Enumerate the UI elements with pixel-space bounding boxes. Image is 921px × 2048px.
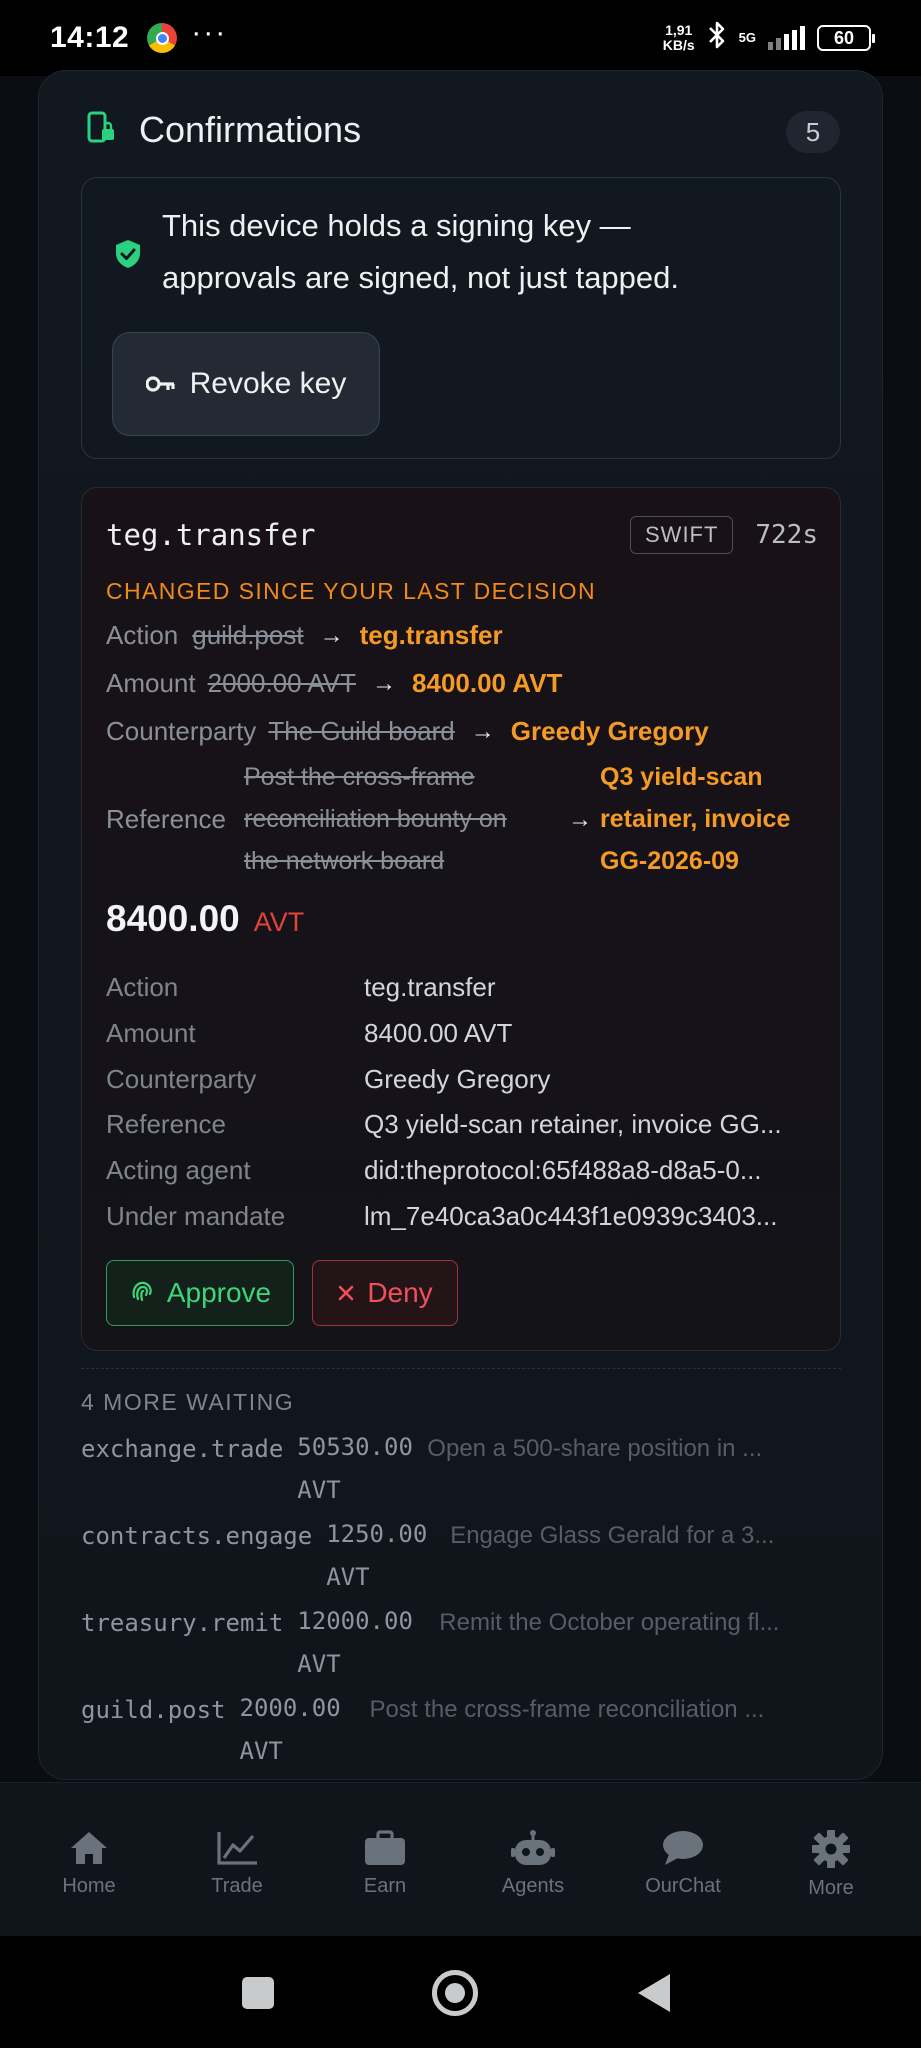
- arrow-right-icon: →: [470, 717, 495, 745]
- battery-icon: 60: [817, 25, 875, 51]
- clock: 14:12: [50, 21, 130, 54]
- close-icon: [337, 1277, 355, 1309]
- detail-row-mandate: Under mandate lm_7e40ca3a0c443f1e0939c340…: [106, 1201, 778, 1231]
- divider: [81, 1368, 841, 1369]
- home-button[interactable]: [432, 1970, 478, 2016]
- panel-header: Confirmations: [87, 109, 361, 151]
- revoke-key-button[interactable]: Revoke key: [112, 332, 380, 436]
- signing-key-notice: This device holds a signing key — approv…: [81, 177, 841, 459]
- home-icon: [71, 1832, 107, 1864]
- detail-row-acting-agent: Acting agent did:theprotocol:65f488a8-d8a…: [106, 1155, 762, 1185]
- deny-button[interactable]: Deny: [312, 1260, 458, 1326]
- robot-icon: [511, 1830, 555, 1865]
- waiting-item[interactable]: exchange.trade 50530.00 AVT Open a 500-sh…: [81, 1433, 851, 1512]
- approve-button[interactable]: Approve: [106, 1260, 294, 1326]
- chrome-icon: [147, 23, 178, 53]
- detail-row-action: Action teg.transfer: [106, 972, 496, 1002]
- tab-home[interactable]: Home: [34, 1829, 144, 1898]
- tab-earn[interactable]: Earn: [330, 1829, 440, 1898]
- gear-icon: [812, 1830, 850, 1868]
- signing-key-message: This device holds a signing key — approv…: [162, 208, 680, 295]
- waiting-item[interactable]: treasury.remit 12000.00 AVT Remit the Oct…: [81, 1607, 851, 1686]
- speed-badge: SWIFT: [630, 516, 734, 554]
- bottom-tab-bar: Home Trade Earn Agents OurChat More: [0, 1782, 921, 1936]
- arrow-right-icon: →: [568, 806, 592, 833]
- pending-request-card: teg.transfer SWIFT 722s CHANGED SINCE YO…: [81, 487, 841, 1351]
- detail-row-reference: Reference Q3 yield-scan retainer, invoice…: [106, 1109, 782, 1139]
- more-notifications-icon: ···: [191, 16, 228, 49]
- waiting-item[interactable]: guild.post 2000.00 AVT Post the cross-fra…: [81, 1694, 851, 1773]
- change-row-action: Action guild.post → teg.transfer: [106, 620, 503, 650]
- chart-icon: [217, 1832, 257, 1865]
- network-type: 5G: [738, 30, 756, 45]
- phone-lock-icon: [87, 111, 117, 150]
- request-amount: 8400.00 AVT: [106, 898, 305, 939]
- waiting-queue-title: 4 MORE WAITING: [81, 1389, 295, 1415]
- key-icon: [145, 367, 176, 401]
- fingerprint-icon: [129, 1277, 155, 1310]
- change-row-amount: Amount 2000.00 AVT → 8400.00 AVT: [106, 668, 563, 698]
- system-navigation-bar: [0, 1936, 921, 2048]
- status-bar: 14:12 ··· 1,91 KB/s 5G 60: [0, 0, 921, 76]
- recents-button[interactable]: [242, 1977, 274, 2009]
- reference-new-value: Q3 yield-scan retainer, invoice GG-2026-…: [600, 763, 791, 875]
- chat-bubble-icon: [663, 1831, 703, 1865]
- briefcase-icon: [365, 1830, 405, 1865]
- change-row-counterparty: Counterparty The Guild board → Greedy Gr…: [106, 716, 709, 746]
- confirmations-panel: Confirmations 5 This device holds a sign…: [38, 70, 883, 1780]
- detail-row-amount: Amount 8400.00 AVT: [106, 1018, 513, 1048]
- waiting-item[interactable]: contracts.engage 1250.00 AVT Engage Glass…: [81, 1520, 851, 1599]
- signal-icon: [768, 26, 805, 50]
- network-speed: 1,91 KB/s: [662, 22, 695, 53]
- pending-count-badge: 5: [786, 111, 840, 153]
- changed-notice: CHANGED SINCE YOUR LAST DECISION: [106, 578, 596, 604]
- arrow-right-icon: →: [372, 669, 397, 697]
- request-age: 722s: [755, 520, 818, 550]
- back-button[interactable]: [638, 1974, 670, 2012]
- tab-more[interactable]: More: [776, 1829, 886, 1900]
- tab-trade[interactable]: Trade: [182, 1829, 292, 1898]
- bluetooth-icon: [707, 21, 727, 56]
- request-title: teg.transfer: [106, 518, 316, 552]
- change-row-reference-label: Reference: [106, 804, 226, 834]
- detail-row-counterparty: Counterparty Greedy Gregory: [106, 1064, 551, 1094]
- page-title: Confirmations: [139, 109, 362, 150]
- tab-ourchat[interactable]: OurChat: [628, 1829, 738, 1898]
- arrow-right-icon: →: [319, 621, 344, 649]
- tab-agents[interactable]: Agents: [478, 1829, 588, 1898]
- shield-check-icon: [114, 238, 142, 275]
- reference-old-value: Post the cross-frame reconciliation boun…: [244, 763, 507, 875]
